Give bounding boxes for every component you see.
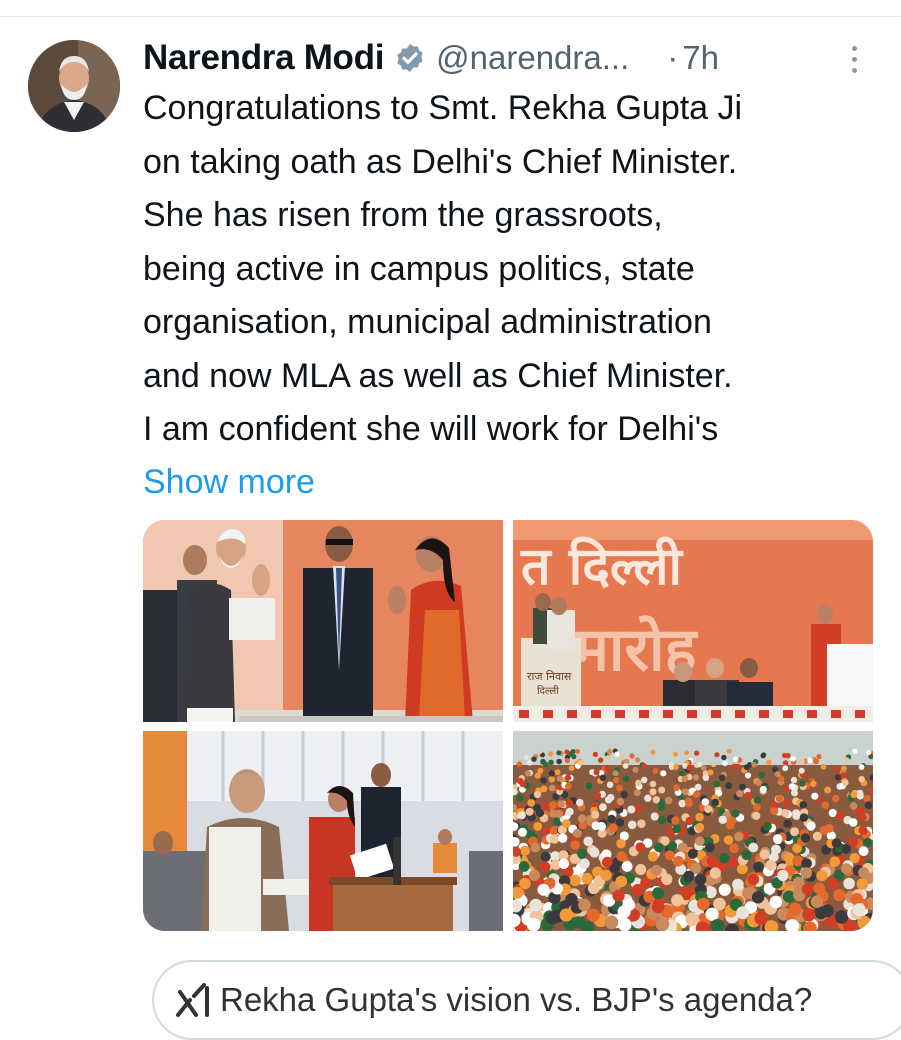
- more-vertical-icon[interactable]: [849, 46, 859, 76]
- avatar[interactable]: [28, 40, 120, 132]
- timestamp[interactable]: 7h: [682, 39, 719, 77]
- podium-text: राज निवास: [527, 670, 572, 683]
- tweet-text-line: being active in campus politics, state: [143, 249, 695, 288]
- photo-oath[interactable]: [143, 731, 503, 931]
- media-grid: त दिल्ली मारोह राज निवास दिल्ली: [143, 520, 873, 931]
- verified-badge-icon: [397, 44, 423, 72]
- tweet-text-line: Congratulations to Smt. Rekha Gupta Ji: [143, 89, 743, 127]
- tweet-header: Narendra Modi @narendra... · 7h: [143, 36, 873, 80]
- photo-stage[interactable]: त दिल्ली मारोह राज निवास दिल्ली: [513, 520, 873, 722]
- grok-icon: [176, 983, 209, 1017]
- podium-text-2: दिल्ली: [537, 685, 559, 697]
- author-handle[interactable]: @narendra...: [436, 39, 629, 77]
- tweet-text-line: organisation, municipal administration: [143, 303, 712, 341]
- tweet-text-line: She has risen from the grassroots,: [143, 196, 663, 234]
- separator-dot: ·: [667, 39, 679, 76]
- top-divider: [0, 16, 901, 17]
- tweet-text: Congratulations to Smt. Rekha Gupta Ji o…: [143, 82, 883, 457]
- tweet-text-line: I am confident she will work for Delhi's: [143, 410, 719, 448]
- photo-crowd[interactable]: [513, 731, 873, 931]
- tweet-text-line: and now MLA as well as Chief Minister.: [143, 356, 733, 395]
- author-name[interactable]: Narendra Modi: [143, 38, 384, 78]
- tweet-text-line: on taking oath as Delhi's Chief Minister…: [143, 142, 738, 181]
- stage-banner-text: त दिल्ली: [520, 536, 685, 597]
- show-more-link[interactable]: Show more: [143, 456, 315, 509]
- photo-greeting[interactable]: [143, 520, 503, 722]
- grok-suggestion-chip[interactable]: Rekha Gupta's vision vs. BJP's agenda?: [152, 960, 901, 1040]
- grok-suggestion-text: Rekha Gupta's vision vs. BJP's agenda?: [220, 981, 813, 1018]
